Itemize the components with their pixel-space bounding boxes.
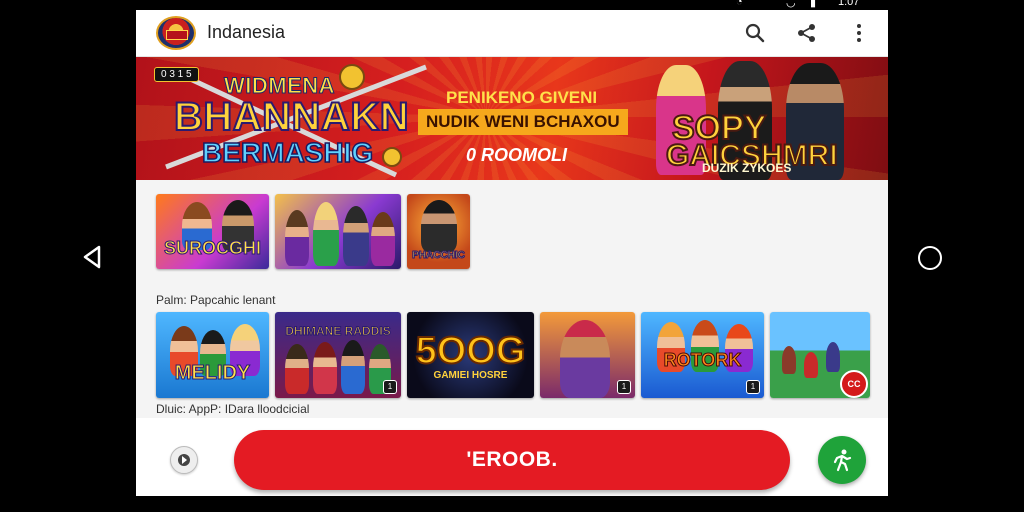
battery-icon: ▮ xyxy=(810,0,817,9)
tile-badge: 1 xyxy=(617,380,631,394)
app-title: Indanesia xyxy=(207,22,286,42)
tile-character xyxy=(341,340,365,394)
more-options-icon[interactable] xyxy=(848,22,870,44)
featured-tile-2[interactable] xyxy=(275,194,401,269)
tile-badge[interactable]: CC xyxy=(840,370,868,398)
game-tile-2[interactable]: DHIMANE RADDIS 1 xyxy=(275,312,401,398)
signal-icon: ◔ xyxy=(736,0,743,8)
section-heading: Palm: Papcahic lenant xyxy=(156,293,276,307)
tile-badge: 1 xyxy=(746,380,760,394)
featured-tile-label: PHACCHIC xyxy=(412,250,466,262)
back-nav-icon[interactable] xyxy=(80,244,106,270)
clock: 1:07 xyxy=(838,0,860,8)
game-tile-1[interactable]: MELIDY xyxy=(156,312,269,398)
tile-character xyxy=(782,346,796,374)
tile-character xyxy=(285,210,309,266)
home-nav-icon[interactable] xyxy=(918,246,942,270)
tile-character xyxy=(285,344,309,394)
search-icon[interactable] xyxy=(744,22,766,44)
secondary-circle-button[interactable] xyxy=(170,446,198,474)
game-tile-5[interactable]: ROTORK 1 xyxy=(641,312,764,398)
tile-character xyxy=(560,320,610,398)
tile-character xyxy=(313,202,339,266)
tile-character xyxy=(421,200,457,252)
banner-right-caption: DUZIK ZYKOES xyxy=(702,161,792,175)
featured-tile-3[interactable]: PHACCHIC xyxy=(407,194,470,269)
main-action-button[interactable]: 'EROOB. xyxy=(234,430,790,490)
status-bar: ◔ ◡ ▮ 1:07 xyxy=(700,0,900,10)
tile-character xyxy=(804,352,818,378)
game-tile-6[interactable]: CC xyxy=(770,312,870,398)
tile-badge: 1 xyxy=(383,380,397,394)
runner-icon xyxy=(833,449,852,472)
floating-action-button[interactable] xyxy=(818,436,866,484)
wifi-icon: ◡ xyxy=(786,0,796,9)
app-window: Indanesia 0 3 1 5 WIDMENA BHANNAKN BERMA… xyxy=(136,10,888,496)
game-tile-label: DHIMANE RADDIS xyxy=(285,324,391,339)
game-tile-sub-label: GAMIEI HOSRE xyxy=(433,370,508,381)
app-logo xyxy=(156,16,196,50)
banner-promo-line-1: PENIKENO GIVENI xyxy=(446,88,598,107)
banner-promo-line-3: 0 ROOMOLI xyxy=(466,145,568,165)
tile-character xyxy=(343,206,369,266)
tile-character xyxy=(826,342,840,372)
banner-badge: 0 3 1 5 xyxy=(154,67,199,82)
phone-screen: ◔ ◡ ▮ 1:07 Indanesia 0 3 1 5 WIDMENA BHA… xyxy=(0,0,1024,512)
game-tile-3[interactable]: 5OOG GAMIEI HOSRE xyxy=(407,312,534,398)
featured-tile-1[interactable]: SUROCGHI xyxy=(156,194,269,269)
featured-tile-label: SUROCGHI xyxy=(163,238,261,259)
banner-title-sub: BERMASHIG xyxy=(201,136,374,169)
game-tile-label: ROTORK xyxy=(663,350,742,371)
game-tile-label: MELIDY xyxy=(174,362,251,385)
app-toolbar: Indanesia xyxy=(136,10,888,57)
banner-promo-line-2: NUDIK WENI BCHAXOU xyxy=(418,109,628,135)
section-heading: Dluic: AppP: IDara lloodcicial xyxy=(156,402,310,416)
promo-banner[interactable]: 0 3 1 5 WIDMENA BHANNAKN BERMASHIG PENIK… xyxy=(136,57,888,180)
tile-character xyxy=(371,212,395,266)
game-catalog: SUROCGHI PHACCHIC Palm: Papcahic lenant … xyxy=(136,180,888,418)
game-tile-4[interactable]: 1 xyxy=(540,312,635,398)
bottom-action-bar: 'EROOB. xyxy=(136,418,888,496)
share-icon[interactable] xyxy=(796,22,818,44)
arrow-icon xyxy=(178,454,190,466)
banner-title-main: BHANNAKN xyxy=(173,94,410,140)
game-tile-label: 5OOG xyxy=(415,329,527,373)
tile-character xyxy=(313,342,337,394)
